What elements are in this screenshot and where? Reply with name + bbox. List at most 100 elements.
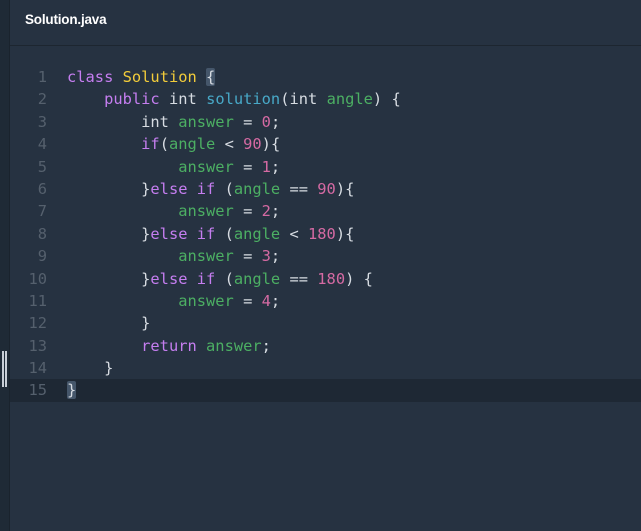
matched-brace: {	[206, 68, 216, 86]
code-token: ;	[261, 336, 271, 355]
code-token: solution	[206, 90, 281, 109]
code-token: (	[215, 224, 234, 243]
line-code[interactable]: answer = 4;	[67, 290, 280, 312]
code-line[interactable]: 4 if(angle < 90){	[10, 133, 641, 155]
line-code[interactable]: class Solution {	[67, 66, 216, 88]
code-token: 90	[243, 135, 262, 154]
cursor-marker[interactable]	[2, 351, 7, 388]
code-token: =	[233, 112, 262, 131]
code-token: else	[150, 269, 188, 288]
code-area[interactable]: 1 class Solution {2 public int solution(i…	[2, 66, 641, 402]
code-token: 3	[261, 247, 271, 266]
left-gutter-strip	[0, 0, 10, 531]
code-token: 90	[317, 179, 336, 198]
code-token: public	[104, 90, 160, 109]
code-token: class	[67, 68, 114, 86]
code-line[interactable]: 1 class Solution {	[10, 66, 641, 88]
code-line[interactable]: 14 }	[10, 357, 641, 379]
code-editor[interactable]: Solution.java 1 class Solution {2 public …	[2, 0, 641, 531]
line-number: 8	[37, 224, 47, 243]
code-token: if	[196, 269, 216, 288]
code-token: }	[67, 269, 151, 288]
code-line[interactable]: 5 answer = 1;	[10, 156, 641, 178]
line-number: 12	[28, 314, 47, 333]
code-token: ==	[280, 269, 318, 288]
code-token: int	[168, 90, 197, 109]
line-code[interactable]: }	[67, 357, 113, 379]
code-token: ;	[270, 291, 281, 310]
code-token: Solution	[122, 68, 197, 86]
line-number: 2	[37, 90, 47, 109]
code-token: <	[280, 224, 309, 243]
code-line[interactable]: 12 }	[10, 312, 641, 334]
matched-brace: }	[67, 381, 77, 400]
code-token: =	[233, 247, 262, 266]
line-code[interactable]: }	[67, 312, 150, 334]
code-line[interactable]: 10 }else if (angle == 180) {	[10, 268, 641, 290]
code-token: answer	[178, 157, 234, 176]
line-number: 10	[28, 269, 47, 288]
line-code[interactable]: if(angle < 90){	[67, 133, 280, 155]
code-token: if	[141, 135, 160, 154]
code-line[interactable]: 8 }else if (angle < 180){	[10, 223, 641, 245]
file-title[interactable]: Solution.java	[25, 12, 107, 27]
code-token: angle	[233, 224, 281, 243]
line-code[interactable]: }	[67, 379, 77, 401]
code-line[interactable]: 2 public int solution(int angle) {	[10, 88, 641, 110]
line-number: 13	[28, 336, 47, 355]
code-token: return	[141, 336, 197, 355]
line-code[interactable]: public int solution(int angle) {	[67, 88, 401, 110]
line-number: 1	[37, 68, 47, 86]
code-token: 180	[308, 224, 336, 243]
code-line[interactable]: 9 answer = 3;	[10, 245, 641, 267]
line-code[interactable]: }else if (angle == 90){	[67, 178, 354, 200]
code-token: int	[289, 90, 318, 109]
code-token: angle	[233, 179, 281, 198]
line-number: 5	[37, 157, 47, 176]
code-line[interactable]: 7 answer = 2;	[10, 200, 641, 222]
code-token: }	[67, 179, 151, 198]
line-code[interactable]: }else if (angle < 180){	[67, 223, 354, 245]
code-line[interactable]: 15}	[10, 379, 641, 402]
code-token: else	[150, 224, 188, 243]
code-line[interactable]: 13 return answer;	[10, 335, 641, 357]
line-code[interactable]: answer = 1;	[67, 156, 280, 178]
line-number: 6	[37, 179, 47, 198]
code-token: =	[233, 157, 262, 176]
code-token: ==	[280, 179, 318, 198]
code-token: ;	[270, 157, 281, 176]
line-number: 9	[37, 247, 47, 266]
code-token: (	[215, 269, 234, 288]
line-number: 7	[37, 202, 47, 221]
line-code[interactable]: int answer = 0;	[67, 111, 280, 133]
code-line[interactable]: 11 answer = 4;	[10, 290, 641, 312]
code-token: answer	[178, 112, 234, 131]
line-code[interactable]: answer = 2;	[67, 200, 280, 222]
code-token: =	[233, 291, 262, 310]
line-code[interactable]: answer = 3;	[67, 245, 280, 267]
code-line[interactable]: 3 int answer = 0;	[10, 111, 641, 133]
code-token: angle	[326, 90, 373, 109]
line-code[interactable]: }else if (angle == 180) {	[67, 268, 373, 290]
line-number: 14	[28, 359, 47, 378]
line-code[interactable]: return answer;	[67, 335, 271, 357]
code-token: int	[141, 112, 169, 131]
code-token: 0	[261, 112, 271, 131]
code-token: ){	[335, 224, 355, 243]
code-line[interactable]: 6 }else if (angle == 90){	[10, 178, 641, 200]
code-token: 180	[317, 269, 346, 288]
code-token: answer	[206, 336, 262, 355]
line-number: 4	[37, 135, 47, 154]
code-token: ;	[270, 202, 281, 221]
